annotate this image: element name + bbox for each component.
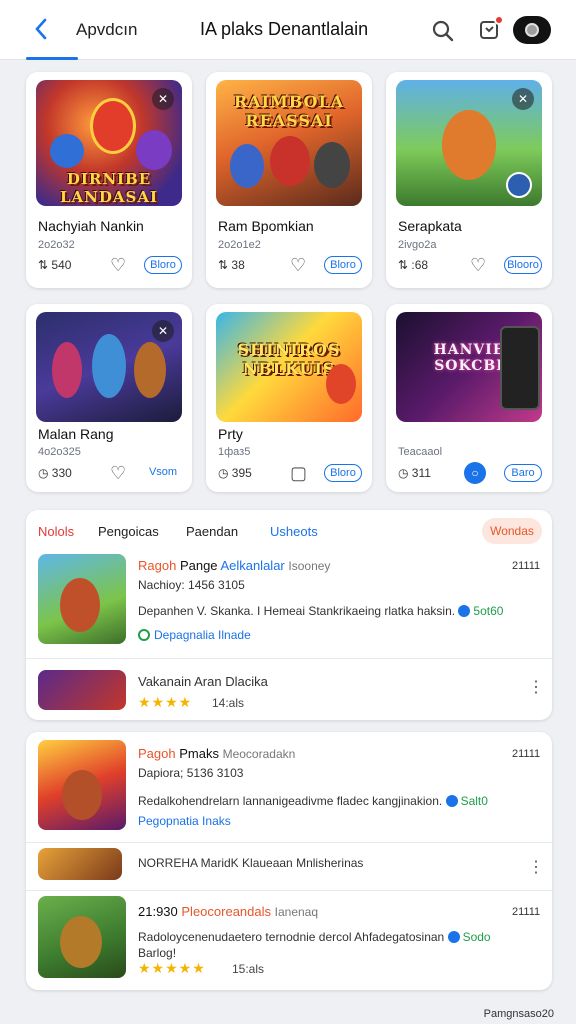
store-button[interactable]: Bloro: [144, 256, 182, 274]
row-title: Ragoh Pange Aelkanlalar Isooney: [138, 558, 331, 573]
game-art-title: DIRNIBE LANDASAI: [59, 170, 159, 206]
download-count: ⇅ 38: [218, 258, 245, 272]
divider: [26, 890, 552, 891]
game-thumbnail: [38, 896, 126, 978]
rating-stars: ★★★★: [138, 694, 193, 710]
game-list-panel: Pagoh Pmaks Meocoradakn 21111 Dapiora; 5…: [26, 732, 552, 990]
heart-icon[interactable]: ♡: [110, 464, 126, 482]
tab-indicator: [26, 57, 78, 60]
store-button[interactable]: Baro: [504, 464, 542, 482]
row-count: 21111: [512, 560, 541, 572]
game-thumbnail: [38, 670, 126, 710]
download-count: ⇅ 540: [38, 258, 72, 272]
game-list-panel: Nolols Pengoicas Paendan Usheots Wondas …: [26, 510, 552, 720]
game-thumbnail: DIRNIBE LANDASAI ✕: [36, 80, 182, 206]
download-count: ⇅ :68: [398, 258, 429, 272]
filter-tab[interactable]: Pengoicas: [98, 524, 159, 539]
tab-apps[interactable]: Apvdcın: [76, 20, 137, 40]
more-vert-icon[interactable]: ⋮: [528, 680, 544, 696]
rating-text: 14:als: [212, 696, 245, 710]
verified-icon: [458, 605, 471, 617]
store-button[interactable]: Bloro: [324, 256, 362, 274]
comment-icon[interactable]: ▢: [290, 464, 307, 482]
row-title: Vakanain Aran Dlacika: [138, 674, 268, 689]
download-count: ◷ 395: [218, 466, 252, 480]
game-card[interactable]: HANVIE SOKCBI Teacaaol ◷ 311 ○ Baro: [386, 304, 552, 492]
row-title: 21:930 Pleocoreandals Ianenaq: [138, 904, 319, 919]
avatar-icon: [525, 23, 539, 37]
game-id: 2о2о1е2: [218, 239, 261, 251]
game-name: Nachyiah Nankin: [38, 218, 144, 234]
filter-chip[interactable]: Wondas: [482, 518, 542, 544]
divider: [26, 842, 552, 843]
divider: [26, 658, 552, 659]
game-name: Malan Rang: [38, 426, 114, 442]
filter-tab[interactable]: Usheots: [270, 524, 318, 539]
close-icon[interactable]: ✕: [152, 88, 174, 110]
verified-icon: [447, 931, 460, 943]
check-circle-icon: [138, 629, 150, 641]
game-thumbnail: [38, 740, 126, 830]
game-thumbnail: [38, 554, 126, 644]
filter-tab[interactable]: Paendan: [186, 524, 238, 539]
notification-badge: [494, 15, 504, 25]
heart-icon[interactable]: ♡: [470, 256, 486, 274]
row-link[interactable]: Pegopnatia Inaks: [138, 814, 231, 828]
row-title: NORREHA MaridK Klaueaan Mnlisherinas: [138, 856, 364, 870]
store-button[interactable]: Vsom: [144, 464, 182, 482]
game-id: 1фаз5: [218, 446, 251, 458]
download-count: ◷ 311: [398, 466, 431, 480]
game-name: Serapkata: [398, 218, 462, 234]
close-icon[interactable]: ✕: [152, 320, 174, 342]
game-name: Prty: [218, 426, 243, 442]
game-card[interactable]: SHINIROS NBLKUIS Prty 1фаз5 ◷ 395 ▢ Blor…: [206, 304, 372, 492]
row-link[interactable]: Depagnalia Ilnade: [138, 628, 251, 642]
store-button[interactable]: Blooro: [504, 256, 542, 274]
filter-tab[interactable]: Nolols: [38, 524, 74, 539]
download-count: ◷ 330: [38, 466, 72, 480]
chevron-left-icon[interactable]: [30, 16, 54, 44]
rating-text: 15:als: [232, 962, 265, 976]
game-thumbnail: ✕: [36, 312, 182, 422]
page-title: IA plaks Denantlalain: [200, 19, 369, 39]
game-thumbnail: SHINIROS NBLKUIS: [216, 312, 362, 422]
game-art-title: RAIMBOLA REASSAI: [233, 92, 345, 130]
game-card[interactable]: ✕ Malan Rang 4о2о325 ◷ 330 ♡ Vsom: [26, 304, 192, 492]
row-meta: Nachioy: 1456 3105: [138, 578, 245, 592]
game-card[interactable]: ✕ Serapkata 2ivgo2a ⇅ :68 ♡ Blooro: [386, 72, 552, 288]
search-icon[interactable]: [430, 18, 456, 44]
game-thumbnail: HANVIE SOKCBI: [396, 312, 542, 422]
rating-stars: ★★★★★: [138, 960, 206, 976]
row-meta: Barlog!: [138, 946, 177, 960]
row-count: 21111: [512, 748, 541, 760]
game-thumbnail: RAIMBOLA REASSAI: [216, 80, 362, 206]
row-description: Depanhen V. Skanka. I Hemeai Stankrikaei…: [138, 604, 504, 618]
avatar[interactable]: [513, 16, 551, 44]
heart-icon[interactable]: ♡: [290, 256, 306, 274]
row-description: Redalkohendrelarn lannanigeadivme fladec…: [138, 794, 488, 808]
game-card[interactable]: RAIMBOLA REASSAI Ram Bpomkian 2о2о1е2 ⇅ …: [206, 72, 372, 288]
info-icon[interactable]: ○: [464, 462, 486, 484]
more-vert-icon[interactable]: ⋮: [528, 860, 544, 876]
game-card[interactable]: DIRNIBE LANDASAI ✕ Nachyiah Nankin 2о2о3…: [26, 72, 192, 288]
game-id: 4о2о325: [38, 446, 81, 458]
footer-text: Pamgnsaso20: [483, 1008, 554, 1020]
store-button[interactable]: Bloro: [324, 464, 362, 482]
game-id: Teacaaol: [398, 446, 443, 458]
row-description: Radoloycenenudaetero ternodnie dercol Ah…: [138, 930, 491, 944]
game-id: 2о2о32: [38, 239, 75, 251]
game-name: Ram Bpomkian: [218, 218, 314, 234]
verified-icon: [445, 795, 458, 807]
heart-icon[interactable]: ♡: [110, 256, 126, 274]
close-icon[interactable]: ✕: [512, 88, 534, 110]
game-thumbnail: ✕: [396, 80, 542, 206]
row-meta: Dapiora; 5136 3103: [138, 766, 244, 780]
top-app-bar: Apvdcın IA plaks Denantlalain: [0, 0, 576, 60]
game-id: 2ivgo2a: [398, 239, 437, 251]
row-count: 21111: [512, 906, 541, 918]
row-title: Pagoh Pmaks Meocoradakn: [138, 746, 296, 761]
game-thumbnail: [38, 848, 122, 880]
